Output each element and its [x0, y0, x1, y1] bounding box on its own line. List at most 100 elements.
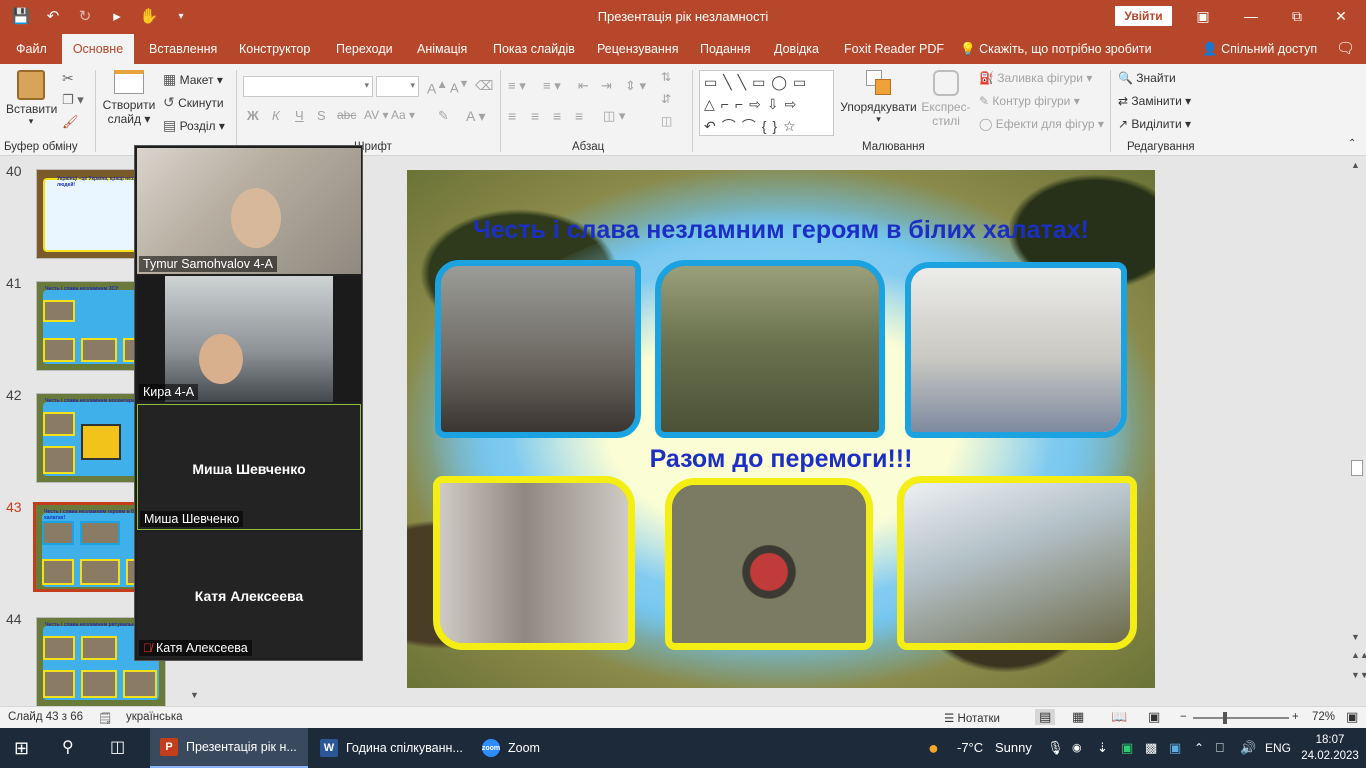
slide-sorter-icon[interactable]: ▦	[1072, 709, 1084, 725]
sign-in-button[interactable]: Увійти	[1115, 6, 1172, 26]
volume-icon[interactable]: 🔊	[1240, 728, 1256, 768]
photo-medic-patch[interactable]	[665, 478, 873, 650]
italic-button[interactable]: К	[272, 108, 280, 123]
numbering-icon[interactable]: ≡ ▾	[543, 78, 561, 94]
font-name-dropdown[interactable]: ▾	[243, 76, 373, 97]
grow-font-icon[interactable]: A▲	[427, 78, 448, 97]
select-button[interactable]: ↗ Виділити ▾	[1118, 117, 1191, 131]
zoom-tray-icon[interactable]: ◉	[1072, 728, 1082, 768]
task-view-icon[interactable]: ◫	[110, 728, 125, 768]
increase-indent-icon[interactable]: ⇥	[601, 78, 612, 94]
slideshow-view-icon[interactable]: ▣	[1148, 709, 1160, 725]
scroll-up-icon[interactable]: ▲	[1351, 160, 1360, 170]
tab-slideshow[interactable]: Показ слайдів	[491, 34, 577, 64]
strikethrough-icon[interactable]: abc	[337, 108, 356, 122]
tab-insert[interactable]: Вставлення	[147, 34, 219, 64]
layout-button[interactable]: ▦ Макет ▾	[163, 71, 223, 88]
weather-icon[interactable]: ●	[928, 728, 939, 768]
zoom-in-icon[interactable]: +	[1292, 711, 1299, 723]
slide-vertical-scrollbar[interactable]: ▲ ▼ ▲▲ ▼▼	[1350, 160, 1366, 705]
tell-me-search[interactable]: 💡 Скажіть, що потрібно зробити	[958, 34, 1154, 64]
decrease-indent-icon[interactable]: ⇤	[578, 78, 589, 94]
format-painter-icon[interactable]: 🖌	[62, 114, 79, 130]
clear-formatting-icon[interactable]: ⌫	[475, 78, 493, 94]
clock[interactable]: 18:07 24.02.2023	[1300, 732, 1360, 764]
reset-button[interactable]: ↺ Скинути	[163, 94, 224, 111]
tab-transitions[interactable]: Переходи	[334, 34, 395, 64]
shrink-font-icon[interactable]: A▼	[450, 78, 469, 95]
shape-fill-button[interactable]: ⛽ Заливка фігури ▾	[979, 71, 1092, 85]
scroll-thumb[interactable]	[1351, 460, 1363, 476]
new-slide-button[interactable]: Створити слайд ▾	[100, 70, 158, 126]
char-spacing-icon[interactable]: AV ▾	[364, 108, 388, 122]
windows-start-icon[interactable]: ⊞	[14, 728, 29, 768]
language-indicator[interactable]: українська	[126, 711, 183, 723]
tab-file[interactable]: Файл	[14, 34, 49, 64]
weather-desc[interactable]: Sunny	[995, 728, 1032, 768]
align-center-icon[interactable]: ≡	[531, 108, 539, 124]
restore-icon[interactable]: ⧉	[1282, 4, 1312, 28]
replace-button[interactable]: ⇄ Замінити ▾	[1118, 94, 1191, 108]
share-button[interactable]: 👤 Спільний доступ	[1200, 34, 1319, 64]
zoom-level[interactable]: 72%	[1312, 711, 1335, 723]
highlight-icon[interactable]: ✎	[438, 108, 449, 124]
copy-icon[interactable]: ❐ ▾	[62, 92, 84, 108]
tray-display-icon[interactable]: ▩	[1145, 728, 1157, 768]
zoom-slider-thumb[interactable]	[1223, 712, 1227, 724]
scroll-down-icon[interactable]: ▼	[1351, 632, 1360, 642]
ribbon-display-options-icon[interactable]: ▣	[1188, 4, 1218, 28]
arrange-button[interactable]: Упорядкувати ▾	[840, 70, 917, 125]
slide-canvas[interactable]: Честь і слава незламним героям в білих х…	[407, 170, 1155, 688]
bluetooth-icon[interactable]: ⇣	[1097, 728, 1108, 768]
redo-icon[interactable]: ↻	[76, 6, 94, 26]
scroll-down-icon[interactable]: ▼	[190, 690, 199, 700]
tab-help[interactable]: Довідка	[772, 34, 821, 64]
align-left-icon[interactable]: ≡	[508, 108, 516, 124]
font-size-dropdown[interactable]: ▾	[376, 76, 419, 97]
smartart-icon[interactable]: ◫	[661, 114, 672, 128]
taskbar-app-word[interactable]: W Година спілкуванн...	[310, 728, 473, 768]
zoom-out-icon[interactable]: −	[1180, 711, 1187, 723]
minimize-icon[interactable]: —	[1236, 4, 1266, 28]
tab-design[interactable]: Конструктор	[237, 34, 312, 64]
zoom-participant-tile[interactable]: Tymur Samohvalov 4-A	[137, 148, 361, 274]
customize-qat-icon[interactable]: ▾	[172, 6, 190, 26]
photo-hospital-soldier[interactable]	[897, 476, 1137, 650]
normal-view-icon[interactable]: ▤	[1035, 709, 1056, 725]
zoom-participant-tile[interactable]: Кира 4-А	[137, 276, 361, 402]
align-text-icon[interactable]: ⇵	[661, 92, 671, 106]
taskbar-app-zoom[interactable]: zoom Zoom	[472, 728, 550, 768]
bullets-icon[interactable]: ≡ ▾	[508, 78, 526, 94]
touch-mode-icon[interactable]: ✋	[140, 6, 159, 26]
zoom-slider[interactable]	[1193, 712, 1289, 724]
slide-subtitle[interactable]: Разом до перемоги!!!	[407, 445, 1155, 474]
undo-icon[interactable]: ↶	[44, 6, 62, 26]
tray-up-arrow-icon[interactable]: ⌃	[1194, 728, 1204, 768]
shape-outline-button[interactable]: ✎ Контур фігури ▾	[979, 94, 1080, 108]
columns-icon[interactable]: ◫ ▾	[603, 108, 625, 124]
section-button[interactable]: ▤ Розділ ▾	[163, 117, 225, 134]
present-from-beginning-icon[interactable]: ▸	[108, 6, 126, 26]
collapse-ribbon-icon[interactable]: ⌃	[1348, 138, 1356, 149]
microphone-icon[interactable]: 🎙	[1047, 728, 1064, 768]
shadow-button[interactable]: S	[317, 108, 326, 123]
zoom-participant-tile-active[interactable]: Миша Шевченко Миша Шевченко	[137, 404, 361, 530]
previous-slide-icon[interactable]: ▲▲	[1351, 650, 1366, 660]
fit-to-window-icon[interactable]: ▣	[1346, 709, 1358, 725]
underline-button[interactable]: Ч	[295, 108, 304, 123]
tab-review[interactable]: Рецензування	[595, 34, 680, 64]
network-icon[interactable]: ⎕	[1216, 728, 1224, 768]
align-right-icon[interactable]: ≡	[553, 108, 561, 124]
slide-title[interactable]: Честь і слава незламним героям в білих х…	[407, 216, 1155, 245]
paste-button[interactable]: Вставити ▾	[6, 70, 57, 127]
change-case-icon[interactable]: Aa ▾	[391, 108, 415, 122]
taskbar-app-powerpoint[interactable]: P Презентація рік н...	[150, 728, 308, 768]
tab-animations[interactable]: Анімація	[415, 34, 469, 64]
next-slide-icon[interactable]: ▼▼	[1351, 670, 1366, 680]
save-icon[interactable]: 💾	[12, 6, 31, 26]
shapes-gallery[interactable]: ▭╲╲▭◯▭ △⌐⌐⇨⇩⇨ ↶⌒⌒{}☆	[699, 70, 834, 136]
zoom-participant-tile[interactable]: Катя Алексеева 🎙̸ Катя Алексеева	[137, 532, 361, 658]
notes-button[interactable]: ☰ Нотатки	[944, 711, 1000, 725]
close-icon[interactable]: ✕	[1326, 4, 1356, 28]
photo-medics-group[interactable]	[655, 260, 885, 438]
